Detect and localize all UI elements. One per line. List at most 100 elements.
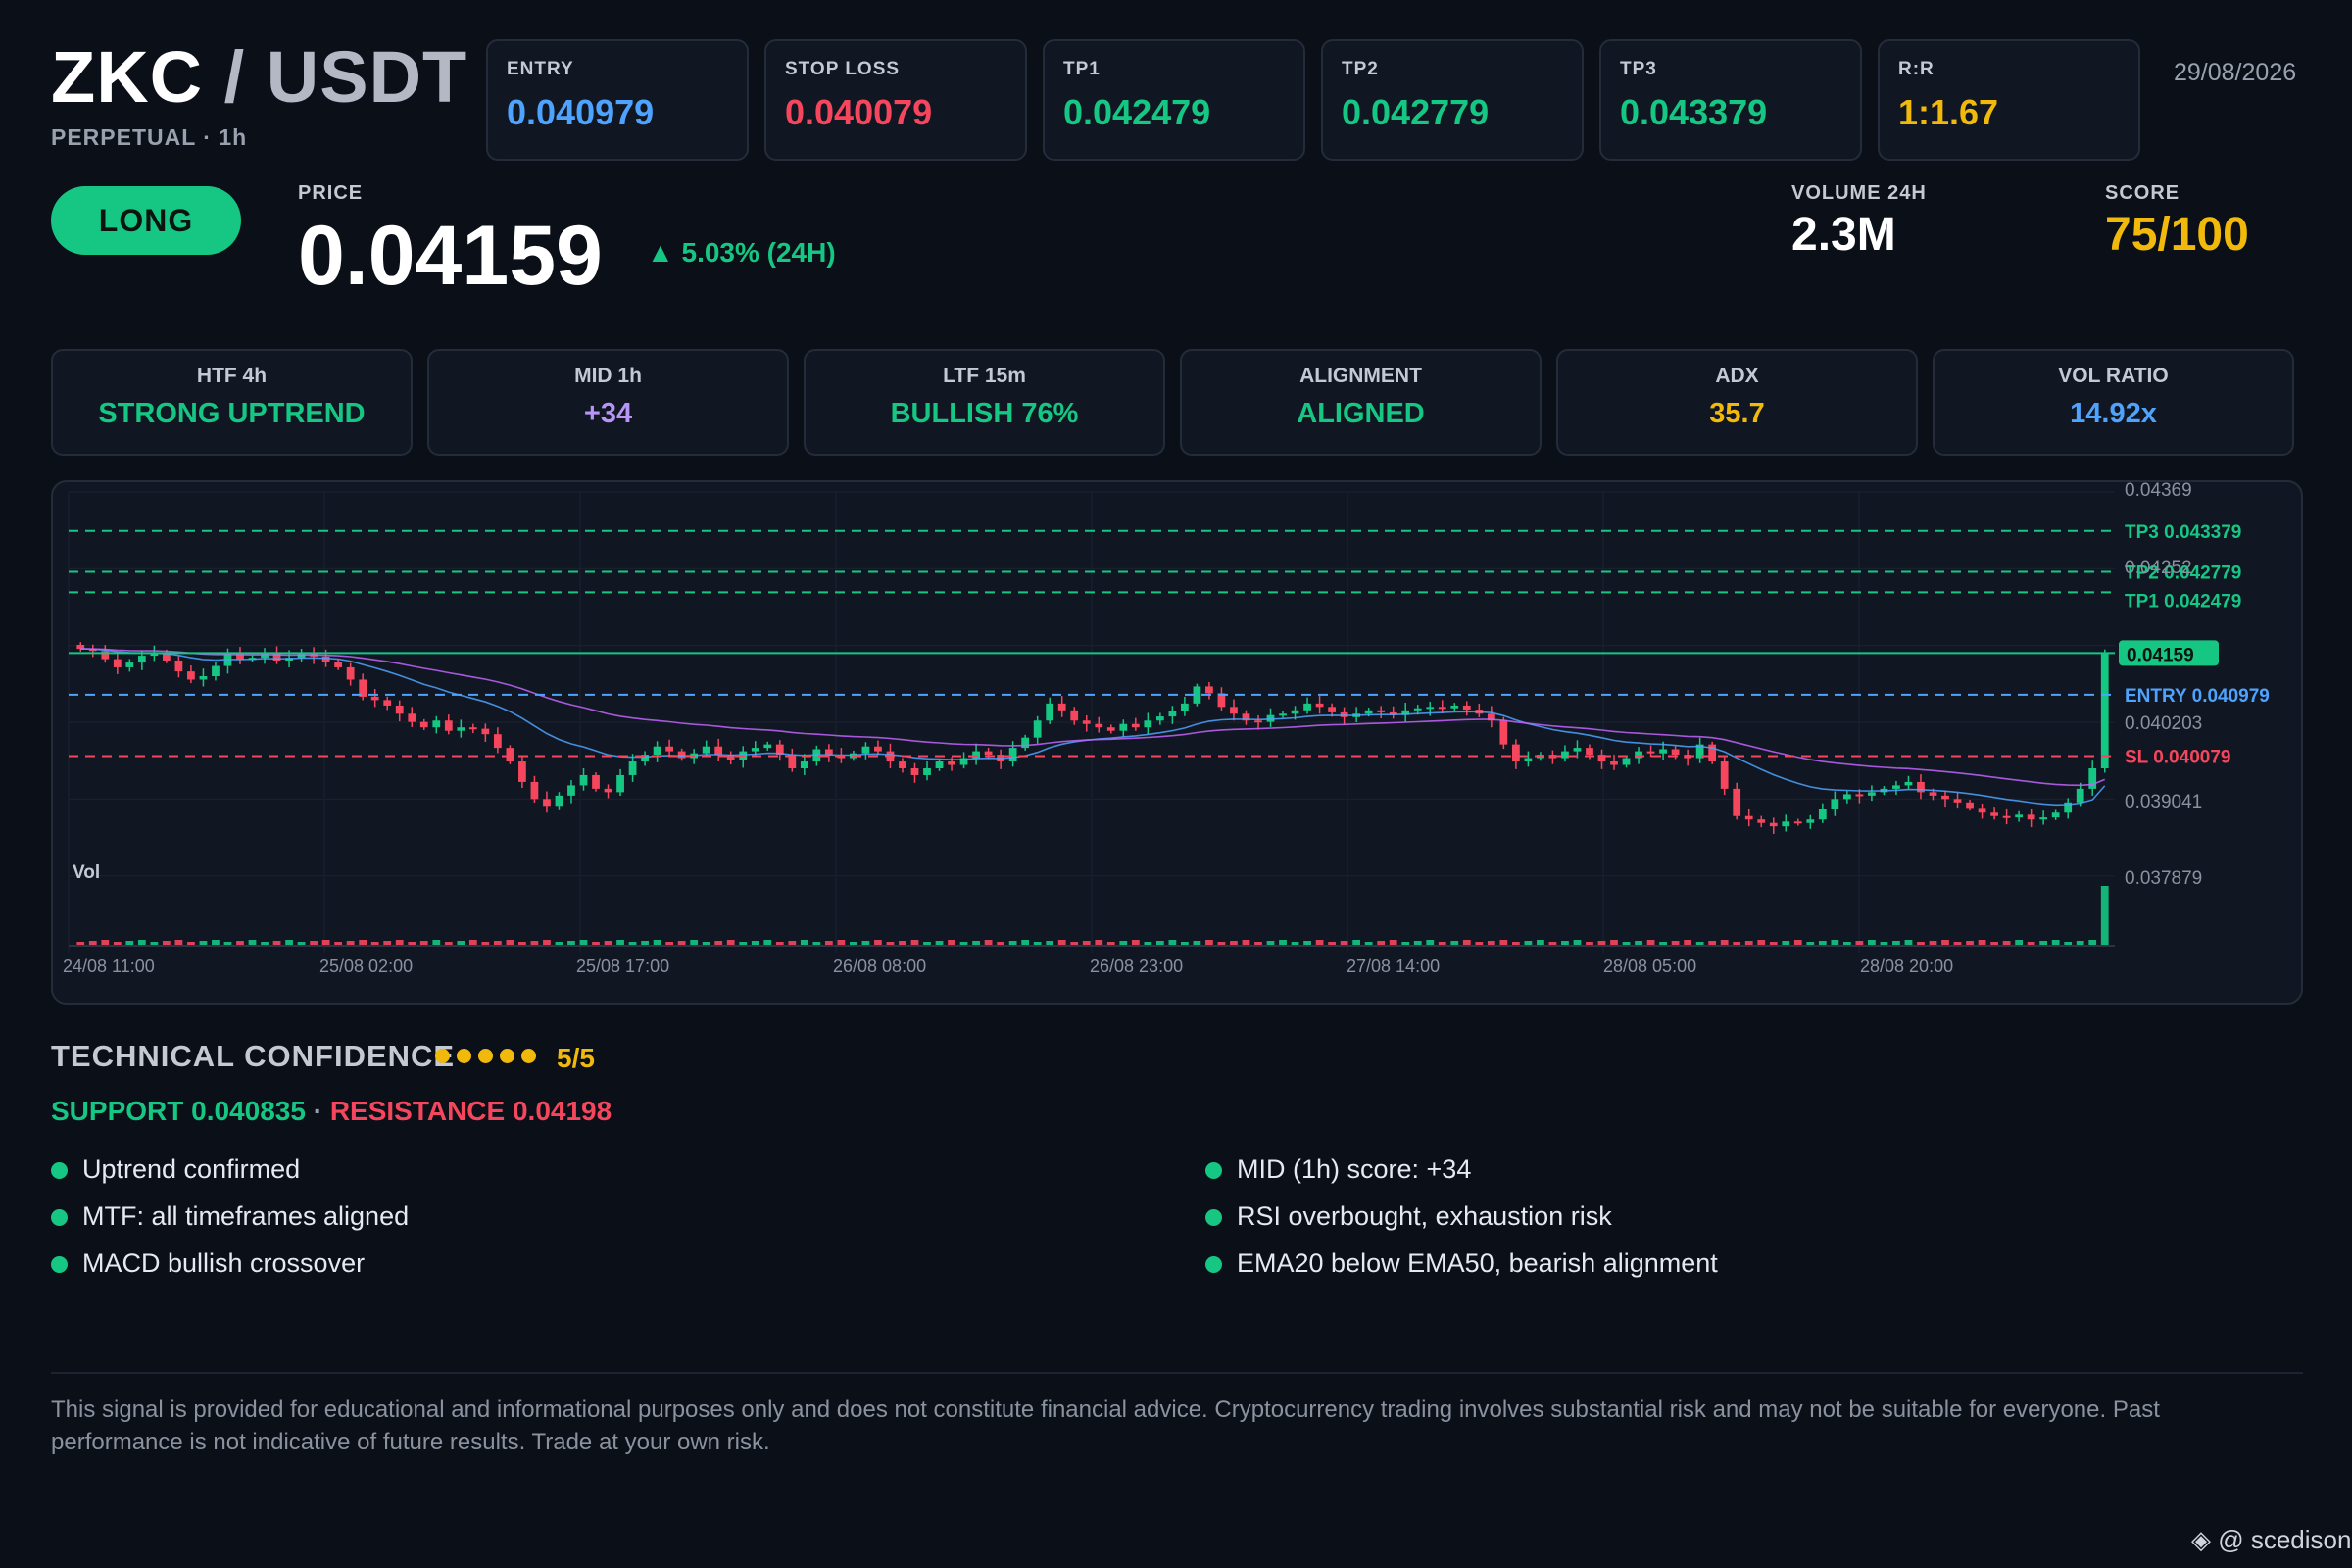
level-label: TP1 0.042479 (2125, 591, 2241, 612)
volume-bar (432, 940, 441, 945)
volume-bar (1573, 940, 1582, 945)
volume-label: VOLUME 24H (1791, 182, 1927, 204)
y-tick-label: 0.037879 (2125, 868, 2202, 889)
candle-body (1046, 703, 1054, 721)
volume-bar (359, 940, 368, 945)
volume-value: 2.3M (1791, 209, 1896, 261)
candle-body (432, 720, 441, 728)
candle-body (1646, 751, 1655, 754)
volume-bar (959, 942, 968, 945)
resistance-level: RESISTANCE 0.04198 (329, 1096, 612, 1126)
candle-body (1021, 737, 1030, 749)
stop-loss-value: 0.040079 (785, 92, 933, 132)
volume-bar (297, 942, 306, 945)
pair-separator: / (223, 36, 246, 118)
volume-bar (321, 940, 330, 945)
x-tick-label: 25/08 02:00 (319, 956, 413, 976)
candle-body (899, 761, 906, 768)
volume-bar (1217, 942, 1226, 945)
candle-body (518, 761, 526, 782)
volume-bar (1855, 941, 1864, 945)
volume-bar (370, 942, 379, 945)
reason-item: Uptrend confirmed (51, 1154, 300, 1185)
adx-card: ADX 35.7 (1556, 349, 1918, 456)
risk-reward-label: R:R (1898, 59, 1935, 79)
candle-body (1119, 723, 1128, 731)
mid-value: +34 (583, 398, 633, 429)
volume-bar (948, 940, 956, 945)
score-value: 75/100 (2105, 209, 2249, 261)
stop-loss-label: STOP LOSS (785, 59, 901, 79)
volume-bar (1880, 942, 1888, 945)
candle-body (1315, 703, 1324, 708)
volume-bar (1168, 940, 1177, 945)
disclaimer-text: This signal is provided for educational … (51, 1396, 2160, 1455)
volume-bar (1033, 942, 1042, 945)
volume-bar (408, 942, 416, 945)
candle-body (935, 761, 944, 768)
candle-body (468, 727, 477, 730)
x-tick-label: 25/08 17:00 (576, 956, 669, 976)
candle-body (1070, 710, 1079, 721)
reason-item: MTF: all timeframes aligned (51, 1201, 409, 1232)
candle-body (408, 713, 416, 722)
volume-bar (2051, 940, 2060, 945)
volume-bar (444, 942, 453, 945)
volume-bar (1659, 942, 1667, 945)
candle-body (1744, 815, 1753, 820)
candle-body (1573, 748, 1582, 752)
volume-bar (150, 942, 159, 945)
mid-label: MID 1h (574, 365, 642, 387)
candle-body (2051, 812, 2060, 818)
candle-body (1413, 708, 1422, 710)
volume-bar (2027, 942, 2035, 945)
volume-bar (223, 942, 232, 945)
volume-bar (824, 941, 833, 945)
volume-bar (383, 941, 392, 945)
chart-canvas[interactable]: TP3 0.043379TP2 0.042779TP1 0.042479ENTR… (53, 482, 2303, 1004)
volume-bar (775, 942, 784, 945)
volume-bar (1782, 941, 1790, 945)
candle-body (1610, 761, 1618, 765)
candle-body (628, 761, 637, 775)
volume-bar (751, 941, 760, 945)
ltf-card: LTF 15m BULLISH 76% (804, 349, 1165, 456)
candle-body (1303, 703, 1311, 710)
candle-body (481, 728, 490, 735)
vol-ratio-label: VOL RATIO (2058, 365, 2169, 387)
candle-body (1757, 819, 1766, 823)
volume-bar (2002, 941, 2011, 945)
volume-bar (261, 942, 269, 945)
watermark: ◈ @ scedison (2191, 1525, 2351, 1555)
volume-bar (310, 941, 318, 945)
volume-bar (726, 940, 735, 945)
x-tick-label: 26/08 08:00 (833, 956, 926, 976)
candle-body (948, 761, 956, 765)
volume-bar (1708, 941, 1717, 945)
base-asset: ZKC (51, 36, 204, 118)
ltf-value: BULLISH 76% (890, 398, 1079, 429)
candle-body (2076, 788, 2084, 803)
x-tick-label: 28/08 05:00 (1603, 956, 1696, 976)
candle-body (1941, 795, 1949, 800)
mid-card: MID 1h +34 (427, 349, 789, 456)
volume-bar (187, 942, 195, 945)
candle-body (1205, 686, 1213, 694)
candle-body (1462, 705, 1471, 710)
volume-bar (604, 941, 612, 945)
x-tick-label: 24/08 11:00 (63, 956, 155, 976)
price-chart[interactable]: TP3 0.043379 TP2 0.042779 TP1 0.042479 ENTR… (51, 480, 2303, 1004)
entry-label: ENTRY (507, 59, 574, 79)
volume-bar (113, 942, 122, 945)
volume-bar (1328, 942, 1336, 945)
candle-body (370, 696, 379, 701)
volume-bar (1941, 940, 1949, 945)
candle-body (2039, 817, 2048, 820)
volume-bar (1831, 940, 1839, 945)
candle-body (984, 751, 993, 756)
volume-bar (984, 940, 993, 945)
volume-bar (2039, 941, 2048, 945)
candle-body (1144, 720, 1152, 728)
level-label: ENTRY 0.040979 (2125, 686, 2270, 707)
volume-bar (1561, 941, 1569, 945)
